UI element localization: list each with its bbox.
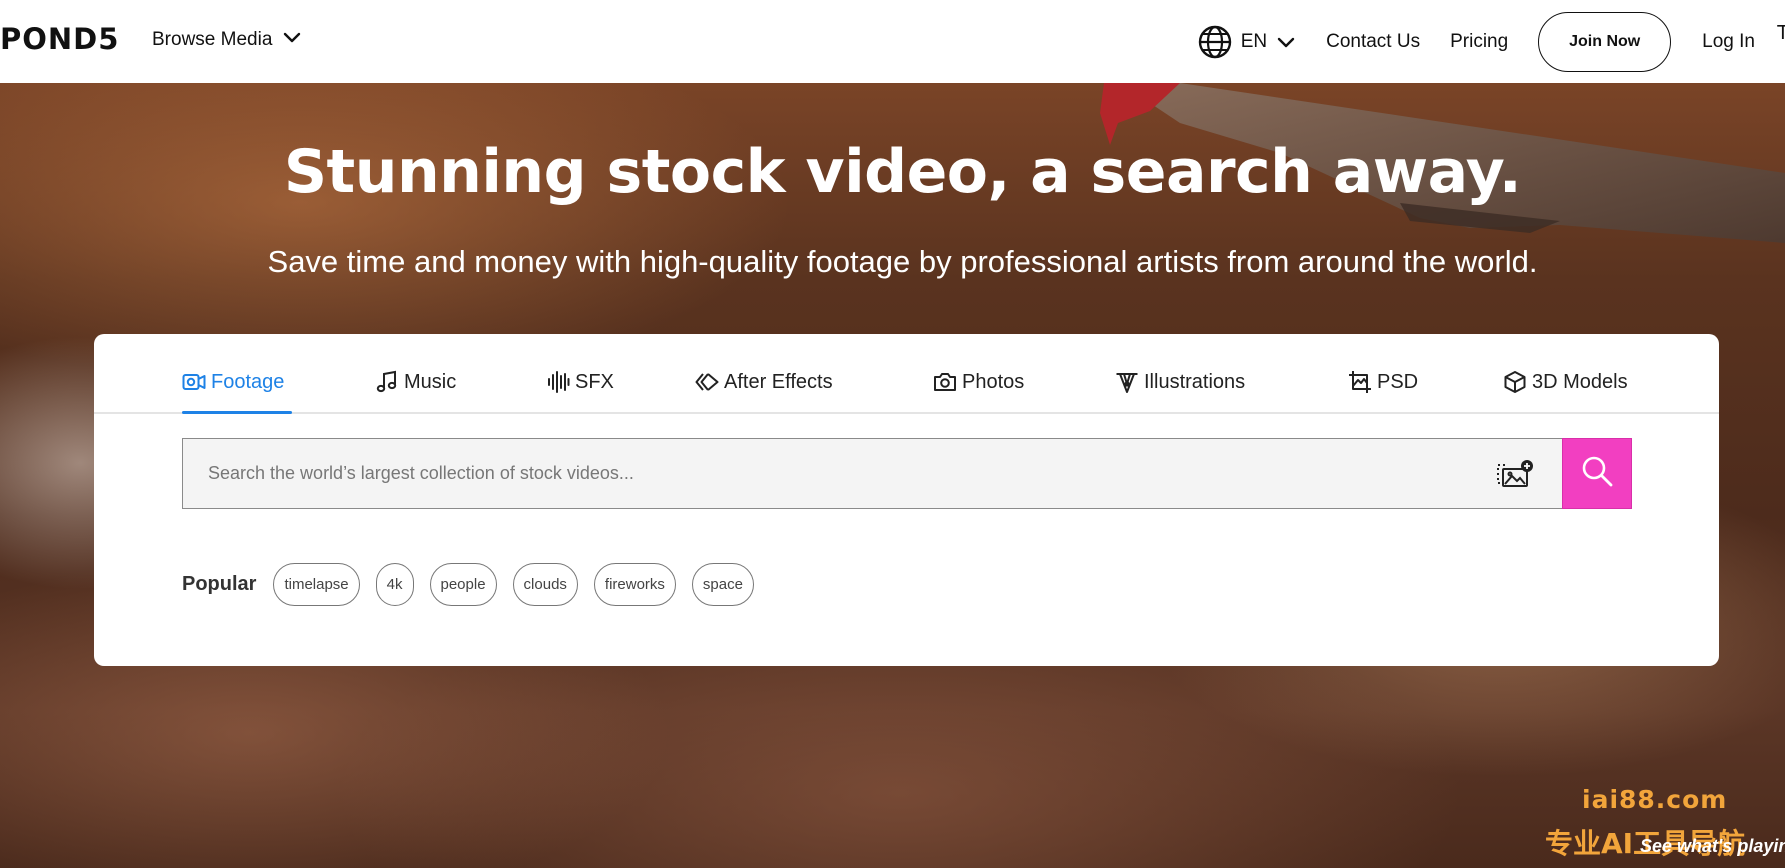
active-tab-indicator	[182, 411, 292, 414]
tab-label: Illustrations	[1144, 370, 1246, 393]
tab-music[interactable]: Music	[375, 370, 456, 394]
join-now-button[interactable]: Join Now	[1538, 11, 1672, 72]
chevron-down-icon	[1276, 32, 1296, 52]
video-camera-icon	[182, 370, 206, 394]
popular-tag-chip[interactable]: people	[429, 563, 497, 606]
media-type-tabs: Footage Music SFX After Effects Photos I…	[94, 334, 1719, 414]
log-in-link[interactable]: Log In	[1702, 31, 1755, 53]
popular-tag-chip[interactable]: timelapse	[273, 563, 360, 606]
chevron-down-icon	[282, 27, 302, 53]
tab-label: 3D Models	[1532, 370, 1628, 393]
tab-label: Photos	[962, 370, 1025, 393]
popular-tag-chip[interactable]: space	[691, 563, 754, 606]
pricing-link[interactable]: Pricing	[1450, 31, 1508, 53]
cube-icon	[1503, 370, 1527, 394]
tab-label: SFX	[575, 370, 614, 393]
image-search-icon[interactable]	[1494, 453, 1536, 495]
tab-label: PSD	[1377, 370, 1419, 393]
cut-off-header-item: T	[1776, 22, 1785, 44]
music-note-icon	[375, 370, 399, 394]
search-button[interactable]	[1562, 437, 1632, 509]
popular-tag-chip[interactable]: fireworks	[593, 563, 676, 606]
tab-3d-models[interactable]: 3D Models	[1503, 370, 1628, 394]
popular-label: Popular	[182, 573, 257, 595]
tab-label: Music	[404, 370, 457, 393]
pond5-logo[interactable]: POND5	[0, 22, 119, 56]
tab-illustrations[interactable]: Illustrations	[1115, 370, 1245, 394]
browse-media-label: Browse Media	[152, 29, 273, 50]
tab-label: Footage	[211, 370, 285, 393]
popular-tag-chip[interactable]: clouds	[512, 563, 578, 606]
after-effects-icon	[695, 370, 719, 394]
tab-psd[interactable]: PSD	[1348, 370, 1418, 394]
tab-after-effects[interactable]: After Effects	[695, 370, 833, 394]
browse-media-dropdown[interactable]: Browse Media	[152, 27, 302, 53]
contact-us-link[interactable]: Contact Us	[1326, 31, 1420, 53]
psd-crop-icon	[1348, 370, 1372, 394]
pen-nib-icon	[1115, 370, 1139, 394]
top-navigation-bar: POND5 Browse Media EN Contact Us Pricing	[0, 0, 1785, 83]
tab-footage[interactable]: Footage	[182, 370, 284, 394]
popular-tag-chip[interactable]: 4k	[375, 563, 414, 606]
hero-background: Stunning stock video, a search away. Sav…	[0, 83, 1785, 868]
magnifier-icon	[1580, 454, 1614, 493]
language-code: EN	[1240, 30, 1268, 52]
see-whats-playing-link[interactable]: See what's playing	[1640, 836, 1785, 857]
search-input[interactable]	[183, 439, 1494, 508]
globe-icon	[1198, 25, 1232, 59]
hero-title: Stunning stock video, a search away.	[283, 137, 1522, 207]
tab-sfx[interactable]: SFX	[546, 370, 614, 394]
tab-label: After Effects	[724, 370, 833, 393]
search-bar	[182, 437, 1632, 509]
search-card: Footage Music SFX After Effects Photos I…	[94, 334, 1719, 666]
tab-photos[interactable]: Photos	[933, 370, 1024, 394]
watermark-url: iai88.com	[1582, 785, 1728, 814]
language-selector[interactable]: EN	[1198, 25, 1296, 59]
popular-searches: Popular timelapse 4k people clouds firew…	[182, 563, 770, 606]
header-right-nav: EN Contact Us Pricing Join Now Log In	[1198, 0, 1785, 83]
camera-icon	[933, 370, 957, 394]
waveform-icon	[546, 370, 570, 394]
hero-subtitle: Save time and money with high-quality fo…	[267, 244, 1538, 279]
